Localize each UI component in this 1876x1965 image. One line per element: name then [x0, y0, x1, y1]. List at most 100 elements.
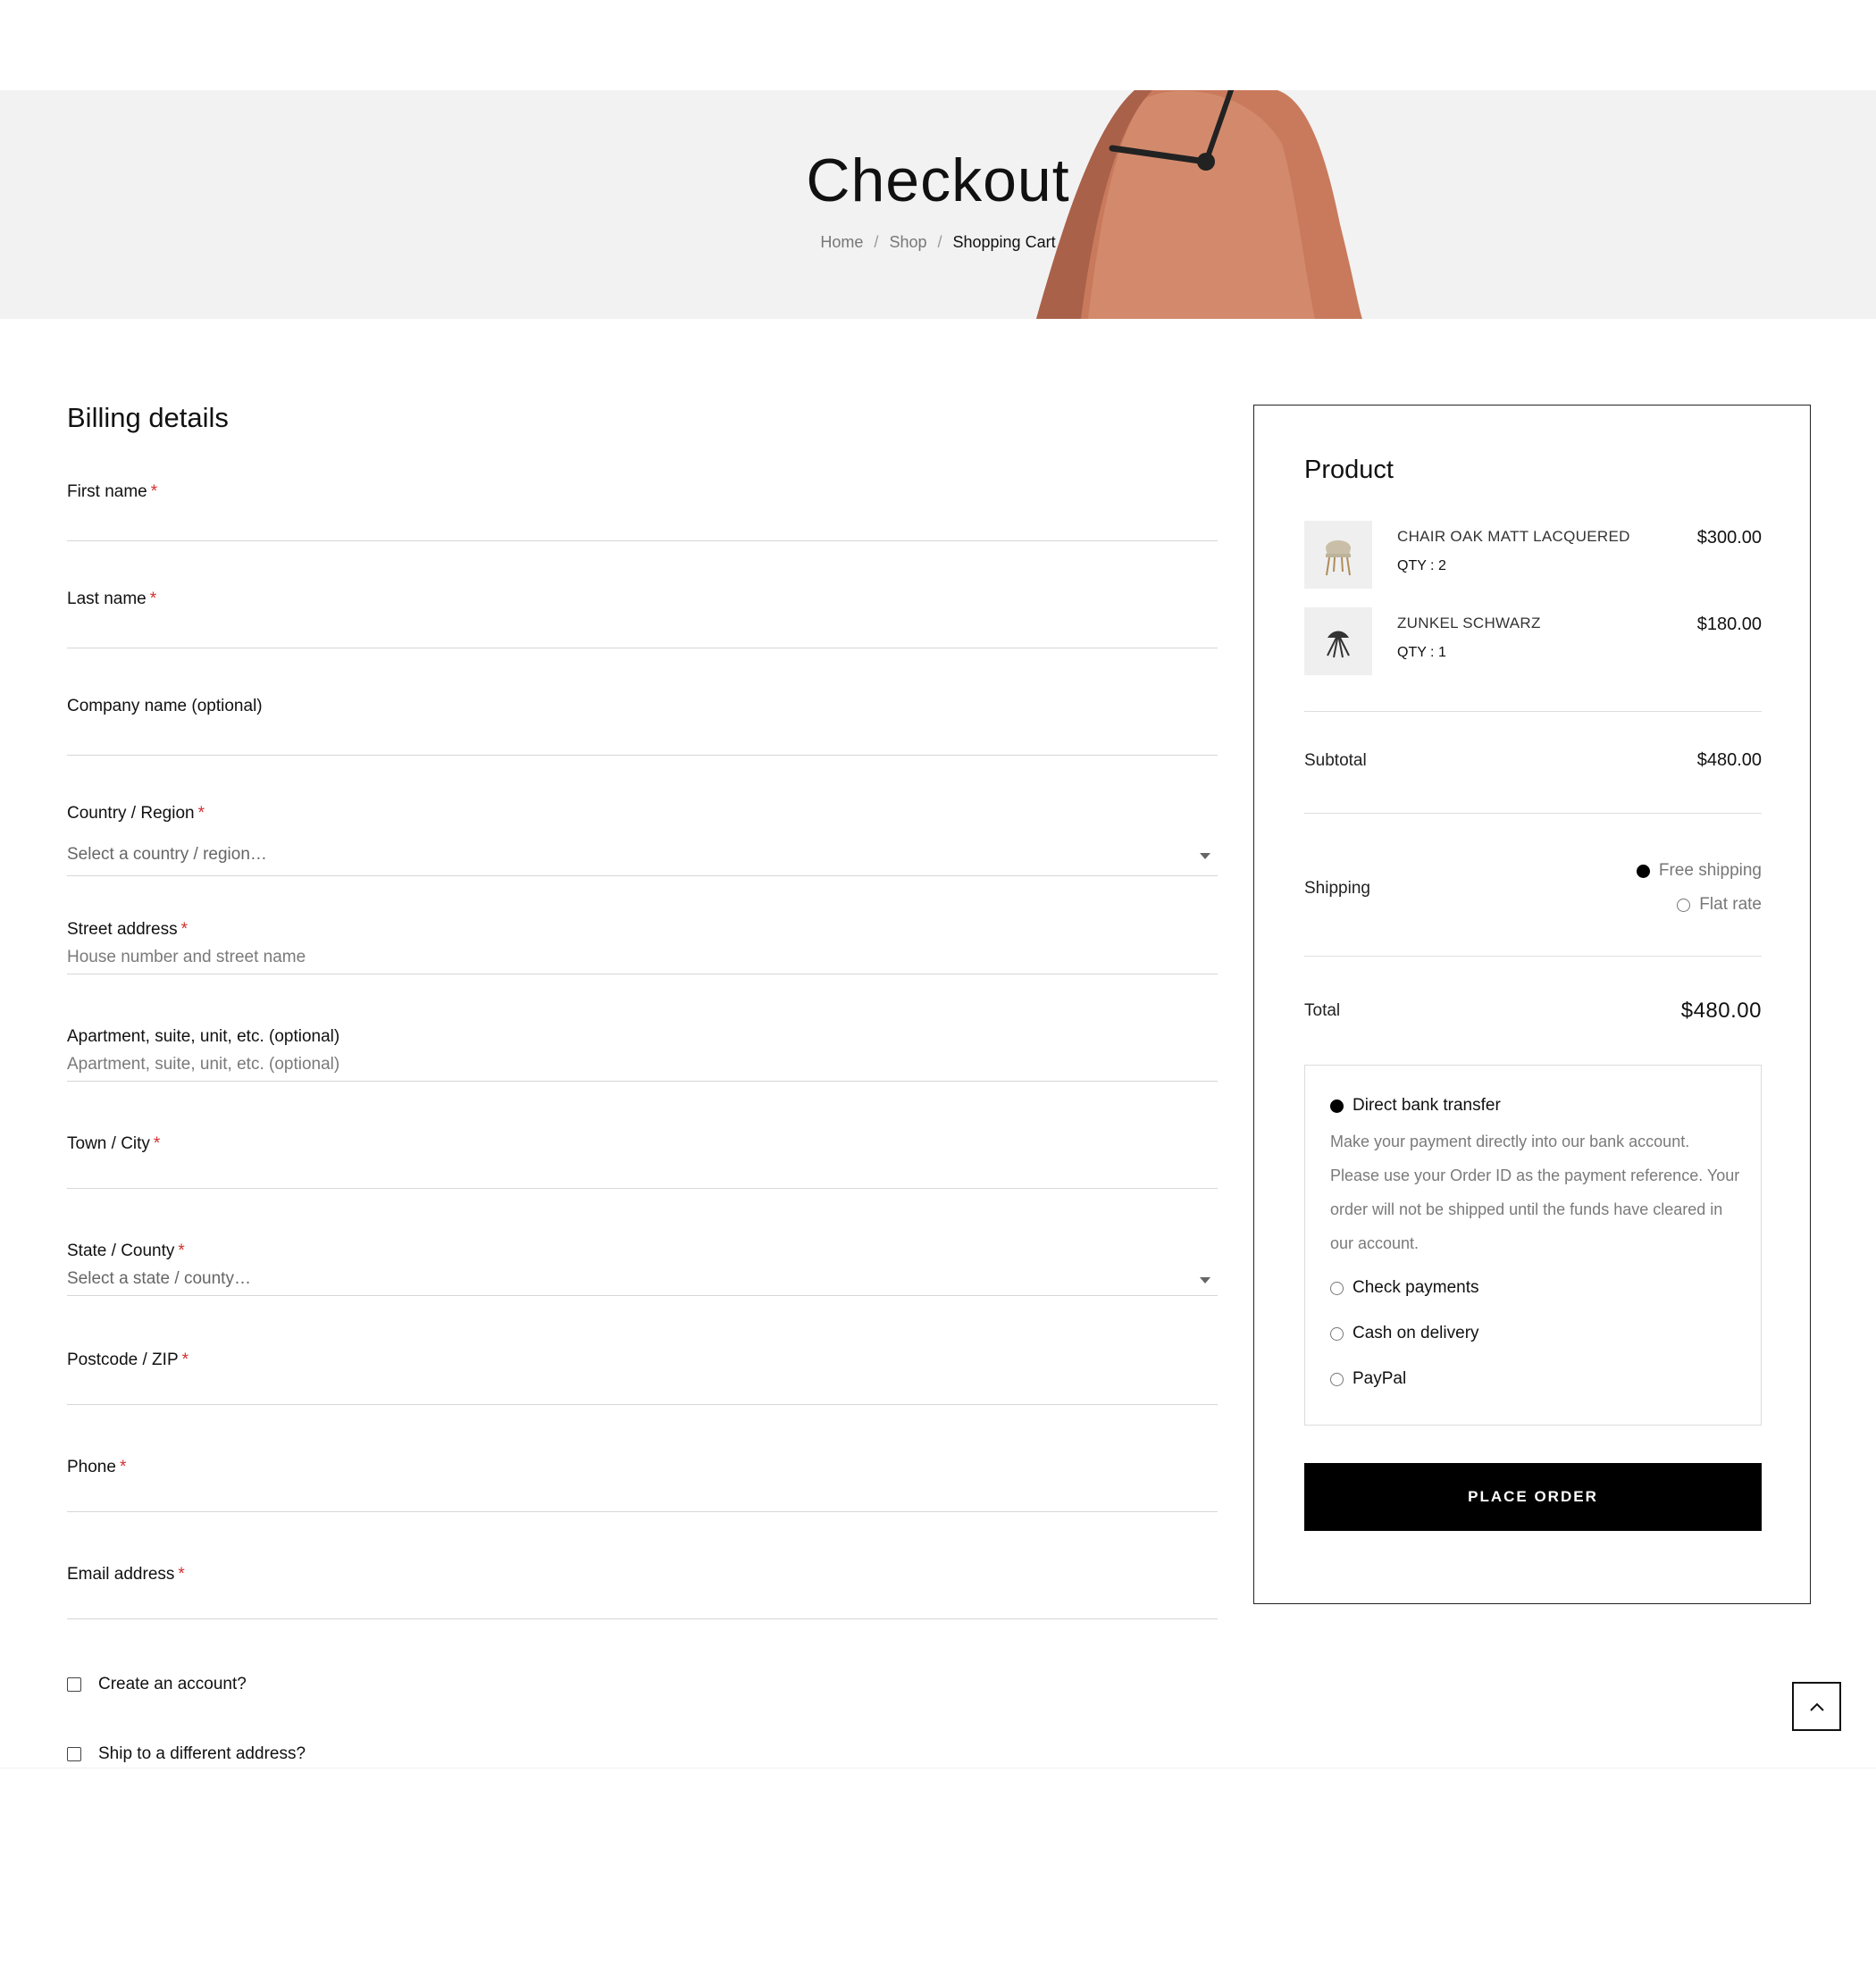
last-name-field: Last name * — [67, 590, 1218, 648]
postcode-label: Postcode / ZIP * — [67, 1350, 189, 1369]
billing-heading: Billing details — [67, 402, 229, 433]
payment-option-bank-transfer[interactable]: Direct bank transfer — [1330, 1096, 1501, 1116]
order-summary: Product CHAIR OAK MATT LACQUERED QTY : 2… — [1253, 405, 1811, 1604]
order-heading: Product — [1304, 456, 1394, 484]
chair-icon — [1326, 540, 1351, 576]
radio-selected-icon[interactable] — [1636, 864, 1650, 878]
email-field: Email address * — [67, 1565, 1218, 1622]
field-underline — [67, 1618, 1218, 1619]
breadcrumb-current: Shopping Cart — [952, 233, 1056, 251]
checkout-page: Checkout Home / Shop / Shopping Cart Billing… — [0, 0, 1876, 1965]
stool-icon — [1327, 631, 1350, 658]
city-input[interactable] — [67, 1161, 1218, 1192]
breadcrumb-separator: / — [937, 233, 942, 251]
state-select[interactable]: Select a state / county… — [67, 1264, 1218, 1294]
country-select[interactable]: Select a country / region… — [67, 840, 1218, 870]
payment-option-label: Cash on delivery — [1353, 1324, 1479, 1342]
radio-icon[interactable] — [1330, 1281, 1344, 1295]
field-underline — [67, 540, 1218, 541]
field-underline — [67, 1188, 1218, 1189]
city-label: Town / City * — [67, 1134, 161, 1153]
phone-input[interactable] — [67, 1484, 1218, 1515]
country-label: Country / Region * — [67, 804, 205, 823]
chevron-down-icon — [1200, 1277, 1210, 1284]
street-input[interactable] — [67, 942, 1218, 973]
apartment-input[interactable] — [67, 1049, 1218, 1080]
order-item: ZUNKEL SCHWARZ QTY : 1 $180.00 — [1304, 607, 1762, 675]
subtotal-label: Subtotal — [1304, 751, 1367, 770]
product-thumbnail[interactable] — [1304, 521, 1372, 589]
field-underline — [67, 1295, 1218, 1296]
field-underline — [67, 755, 1218, 756]
radio-icon[interactable] — [1677, 898, 1691, 912]
breadcrumb-separator: / — [874, 233, 879, 251]
divider — [1304, 956, 1762, 957]
subtotal-value: $480.00 — [1696, 750, 1762, 770]
state-label: State / County * — [67, 1242, 185, 1260]
state-field: State / County * Select a state / county… — [67, 1242, 1218, 1296]
billing-details: Billing details First name * Last name * C… — [67, 402, 1218, 1763]
shipping-option-free[interactable]: Free shipping — [1636, 861, 1762, 881]
field-underline — [67, 1511, 1218, 1512]
payment-option-check[interactable]: Check payments — [1330, 1278, 1479, 1298]
company-input[interactable] — [67, 723, 1218, 754]
email-input[interactable] — [67, 1592, 1218, 1622]
product-name[interactable]: CHAIR OAK MATT LACQUERED — [1397, 528, 1630, 546]
payment-option-cod[interactable]: Cash on delivery — [1330, 1324, 1479, 1343]
radio-icon[interactable] — [1330, 1372, 1344, 1386]
product-name[interactable]: ZUNKEL SCHWARZ — [1397, 615, 1541, 632]
company-field: Company name (optional) — [67, 697, 1218, 756]
street-field: Street address * — [67, 920, 1218, 974]
order-item: CHAIR OAK MATT LACQUERED QTY : 2 $300.00 — [1304, 521, 1762, 589]
breadcrumb-shop-link[interactable]: Shop — [889, 233, 926, 252]
street-label: Street address * — [67, 920, 188, 939]
create-account-checkbox[interactable]: Create an account? — [67, 1675, 247, 1694]
country-field: Country / Region * Select a country / reg… — [67, 804, 1218, 876]
email-label: Email address * — [67, 1565, 185, 1584]
checkbox-box[interactable] — [67, 1677, 81, 1692]
first-name-input[interactable] — [67, 509, 1218, 539]
breadcrumb-home-link[interactable]: Home — [820, 233, 863, 252]
product-thumbnail[interactable] — [1304, 607, 1372, 675]
payment-option-paypal[interactable]: PayPal — [1330, 1369, 1406, 1389]
field-underline — [67, 1081, 1218, 1082]
product-price: $300.00 — [1696, 528, 1762, 548]
total-value: $480.00 — [1680, 999, 1762, 1023]
breadcrumb: Home / Shop / Shopping Cart — [0, 233, 1876, 252]
last-name-input[interactable] — [67, 616, 1218, 647]
field-underline — [67, 875, 1218, 876]
radio-selected-icon[interactable] — [1330, 1099, 1344, 1113]
apartment-label: Apartment, suite, unit, etc. (optional) — [67, 1027, 340, 1046]
divider — [1304, 711, 1762, 712]
page-title: Checkout — [806, 146, 1070, 214]
payment-methods: Direct bank transfer Make your payment d… — [1304, 1065, 1762, 1426]
phone-field: Phone * — [67, 1458, 1218, 1515]
scroll-to-top-button[interactable] — [1792, 1682, 1841, 1731]
shipping-option-label: Flat rate — [1699, 895, 1762, 914]
city-field: Town / City * — [67, 1134, 1218, 1192]
company-label: Company name (optional) — [67, 697, 263, 715]
shipping-label: Shipping — [1304, 879, 1370, 898]
create-account-label: Create an account? — [98, 1675, 247, 1693]
postcode-input[interactable] — [67, 1377, 1218, 1408]
product-qty: QTY : 1 — [1397, 645, 1446, 660]
shipping-option-flat[interactable]: Flat rate — [1677, 895, 1762, 915]
radio-icon[interactable] — [1330, 1326, 1344, 1341]
total-label: Total — [1304, 1001, 1341, 1020]
bank-transfer-description: Make your payment directly into our bank… — [1330, 1133, 1740, 1252]
phone-label: Phone * — [67, 1458, 127, 1476]
first-name-field: First name * — [67, 482, 1218, 541]
divider — [1304, 813, 1762, 814]
product-price: $180.00 — [1696, 615, 1762, 634]
payment-option-label: PayPal — [1353, 1369, 1407, 1388]
ship-different-checkbox[interactable]: Ship to a different address? — [67, 1744, 306, 1764]
page-hero: Checkout Home / Shop / Shopping Cart — [0, 90, 1876, 319]
postcode-field: Postcode / ZIP * — [67, 1350, 1218, 1408]
first-name-label: First name * — [67, 482, 158, 501]
place-order-button[interactable]: PLACE ORDER — [1304, 1463, 1762, 1531]
chevron-up-icon — [1809, 1702, 1824, 1711]
product-qty: QTY : 2 — [1397, 558, 1446, 573]
field-underline — [67, 1404, 1218, 1405]
shipping-option-label: Free shipping — [1658, 861, 1762, 880]
checkbox-box[interactable] — [67, 1747, 81, 1761]
